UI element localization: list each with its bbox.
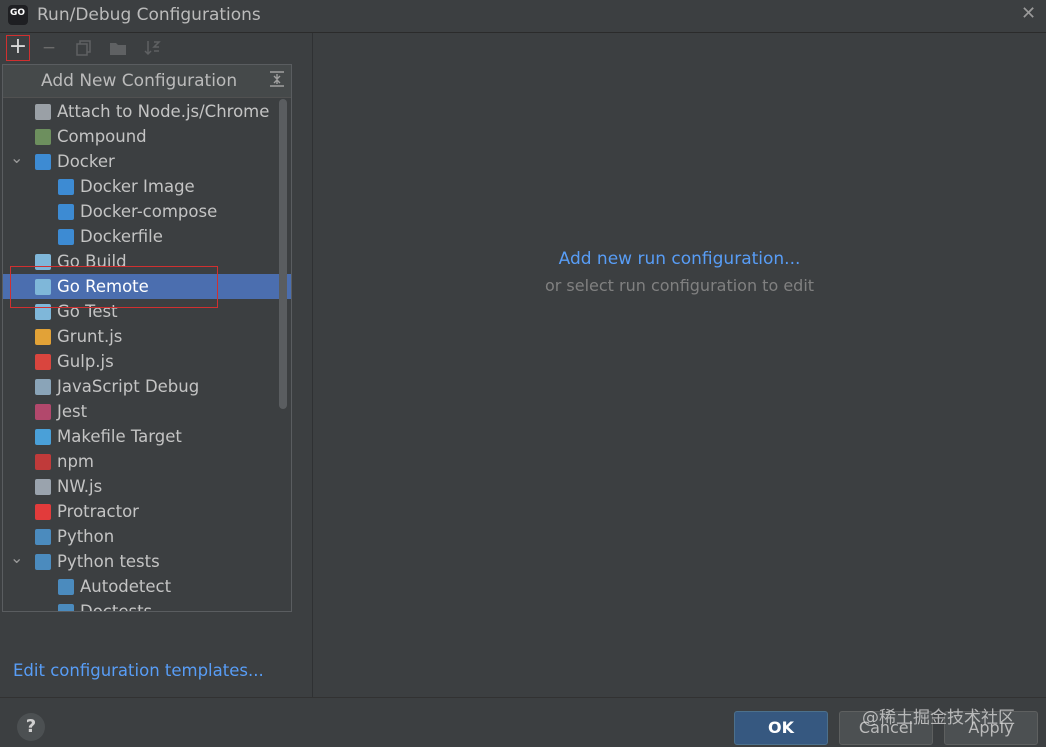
config-type-item[interactable]: Docker-compose [3, 199, 279, 224]
window-title: Run/Debug Configurations [37, 5, 261, 25]
nwjs-icon [35, 479, 51, 495]
config-type-label: Python [57, 527, 115, 546]
config-type-item[interactable]: npm [3, 449, 279, 474]
config-type-item[interactable]: Docker Image [3, 174, 279, 199]
config-type-label: Python tests [57, 552, 160, 571]
add-configuration-button[interactable]: + [6, 35, 30, 61]
config-type-label: Docker Image [80, 177, 195, 196]
collapse-all-icon[interactable] [269, 70, 285, 93]
config-type-item[interactable]: NW.js [3, 474, 279, 499]
python-tests-icon [35, 554, 51, 570]
jest-icon [35, 404, 51, 420]
npm-icon [35, 454, 51, 470]
folder-icon[interactable] [107, 37, 129, 59]
config-type-item[interactable]: Protractor [3, 499, 279, 524]
divider [0, 32, 1046, 33]
config-type-label: Compound [57, 127, 147, 146]
chevron-down-icon[interactable]: ⌄ [10, 145, 23, 170]
config-type-item[interactable]: Compound [3, 124, 279, 149]
close-icon[interactable]: ✕ [1021, 3, 1036, 24]
divider [0, 697, 1046, 698]
config-type-label: Docker-compose [80, 202, 218, 221]
help-button[interactable]: ? [17, 713, 45, 741]
config-type-label: Grunt.js [57, 327, 123, 346]
python-icon [35, 529, 51, 545]
config-type-label: JavaScript Debug [57, 377, 200, 396]
config-type-label: Makefile Target [57, 427, 182, 446]
edit-templates-link[interactable]: Edit configuration templates... [13, 661, 264, 680]
config-type-item[interactable]: JavaScript Debug [3, 374, 279, 399]
add-configuration-popup: Add New Configuration Attach to Node.js/… [2, 64, 292, 612]
gulp-icon [35, 354, 51, 370]
copy-icon[interactable] [73, 37, 95, 59]
remove-icon[interactable]: − [38, 37, 60, 59]
docker-icon [58, 229, 74, 245]
panel-divider [312, 33, 313, 697]
config-type-label: Jest [57, 402, 88, 421]
config-type-label: Attach to Node.js/Chrome [57, 102, 270, 121]
config-type-item[interactable]: Makefile Target [3, 424, 279, 449]
scrollbar[interactable] [279, 99, 287, 409]
python-tests-icon [58, 604, 74, 611]
config-type-label: Doctests [80, 602, 153, 612]
config-type-label: Dockerfile [80, 227, 163, 246]
config-type-label: Protractor [57, 502, 139, 521]
config-type-item[interactable]: Autodetect [3, 574, 279, 599]
goland-logo-icon: GO [8, 5, 28, 25]
config-type-item[interactable]: Jest [3, 399, 279, 424]
sort-icon[interactable] [141, 37, 163, 59]
config-type-item[interactable]: Python [3, 524, 279, 549]
config-type-label: Autodetect [80, 577, 172, 596]
watermark: @稀土掘金技术社区 [862, 708, 1015, 728]
config-type-item[interactable]: Gulp.js [3, 349, 279, 374]
config-type-label: npm [57, 452, 95, 471]
ok-button[interactable]: OK [734, 711, 828, 745]
grunt-icon [35, 329, 51, 345]
chevron-down-icon[interactable]: ⌄ [10, 545, 23, 570]
config-type-label: Docker [57, 152, 115, 171]
config-type-item[interactable]: Attach to Node.js/Chrome [3, 99, 279, 124]
protractor-icon [35, 504, 51, 520]
docker-icon [35, 154, 51, 170]
docker-icon [58, 179, 74, 195]
config-type-item[interactable]: Doctests [3, 599, 279, 612]
config-type-label: Gulp.js [57, 352, 114, 371]
config-type-item[interactable]: Dockerfile [3, 224, 279, 249]
makefile-icon [35, 429, 51, 445]
js-debug-icon [35, 379, 51, 395]
hint-text: or select run configuration to edit [544, 276, 815, 295]
config-type-item[interactable]: Grunt.js [3, 324, 279, 349]
config-type-item[interactable]: ⌄ Docker [3, 148, 279, 174]
config-type-item[interactable]: ⌄ Python tests [3, 548, 279, 574]
compound-icon [35, 129, 51, 145]
nodejs-attach-icon [35, 104, 51, 120]
app-icon-text: GO [10, 8, 26, 18]
popup-title: Add New Configuration [41, 71, 238, 91]
selection-highlight-outline [10, 266, 218, 308]
docker-icon [58, 204, 74, 220]
config-type-label: NW.js [57, 477, 103, 496]
python-tests-icon [58, 579, 74, 595]
popup-header: Add New Configuration [3, 65, 291, 98]
add-new-configuration-link[interactable]: Add new run configuration... [313, 249, 1046, 269]
